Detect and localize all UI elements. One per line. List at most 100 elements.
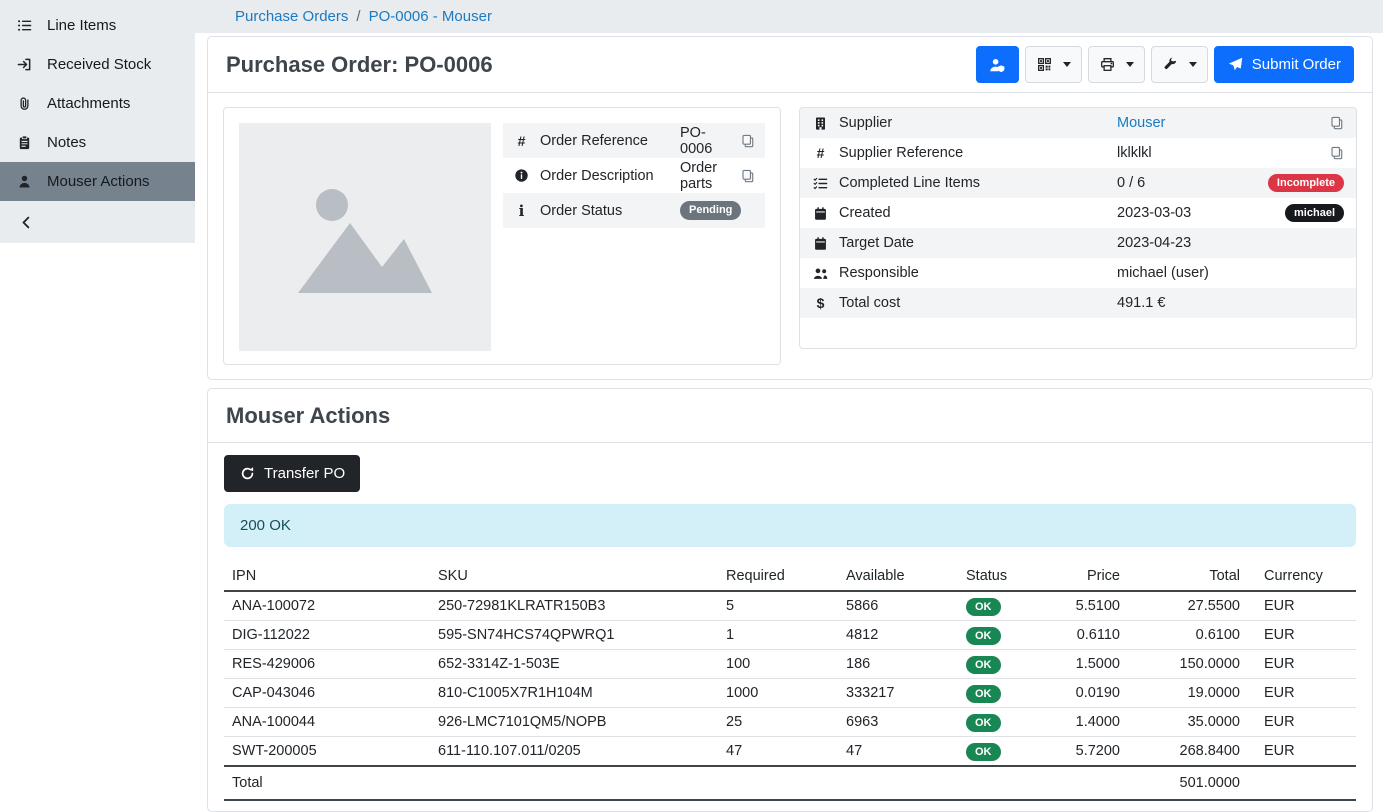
cell-available: 333217 xyxy=(838,679,958,708)
admin-menu-button[interactable] xyxy=(1151,46,1208,83)
sidebar-item-attachments[interactable]: Attachments xyxy=(0,84,195,123)
detail-label: Supplier Reference xyxy=(839,145,1107,161)
detail-row-total-cost: $Total cost491.1 € xyxy=(800,288,1356,318)
sidebar-collapse-button[interactable] xyxy=(0,201,195,243)
status-badge: michael xyxy=(1285,204,1344,222)
ok-badge: OK xyxy=(966,685,1001,703)
detail-value: lklklkl xyxy=(1117,145,1152,161)
paper-plane-icon xyxy=(1227,57,1244,72)
qr-menu-button[interactable] xyxy=(1025,46,1082,83)
copy-button[interactable] xyxy=(1330,116,1344,130)
cell-available: 186 xyxy=(838,650,958,679)
sidebar-item-mouser-actions[interactable]: Mouser Actions xyxy=(0,162,195,201)
cell-price: 1.4000 xyxy=(1048,708,1128,737)
dollar-icon: $ xyxy=(812,295,829,311)
transfer-po-button[interactable]: Transfer PO xyxy=(224,455,360,492)
list-icon xyxy=(16,18,33,33)
caret-down-icon xyxy=(1126,62,1134,67)
column-header-required: Required xyxy=(718,562,838,591)
cell-price: 0.0190 xyxy=(1048,679,1128,708)
cell-price: 0.6110 xyxy=(1048,621,1128,650)
hash-icon: # xyxy=(513,133,530,149)
cell-status: OK xyxy=(958,708,1048,737)
status-badge: Pending xyxy=(680,201,741,219)
copy-button[interactable] xyxy=(1330,146,1344,160)
building-icon xyxy=(812,116,829,131)
cell-price: 1.5000 xyxy=(1048,650,1128,679)
sidebar-item-label: Received Stock xyxy=(47,56,151,73)
detail-label: Supplier xyxy=(839,115,1107,131)
detail-row-created: Created2023-03-03michael xyxy=(800,198,1356,228)
cell-ipn: DIG-112022 xyxy=(224,621,430,650)
list-check-icon xyxy=(812,176,829,191)
hash-icon: # xyxy=(812,145,829,161)
sidebar-items: Line Items Received Stock AttachmentsNotes… xyxy=(0,6,195,201)
detail-value: 491.1 € xyxy=(1117,295,1165,311)
cell-ipn: SWT-200005 xyxy=(224,737,430,767)
sign-in-icon xyxy=(16,57,33,72)
cell-required: 5 xyxy=(718,591,838,621)
sidebar-item-notes[interactable]: Notes xyxy=(0,123,195,162)
copy-button[interactable] xyxy=(741,169,755,183)
detail-value: 0 / 6 xyxy=(1117,175,1145,191)
footer-total-value: 501.0000 xyxy=(1128,766,1248,800)
detail-row-supplier: Supplier Mouser xyxy=(800,108,1356,138)
detail-value: PO-0006 xyxy=(680,125,731,157)
barcode-actions-button[interactable] xyxy=(976,46,1019,83)
sidebar-item-received-stock[interactable]: Received Stock xyxy=(0,45,195,84)
cell-ipn: RES-429006 xyxy=(224,650,430,679)
transfer-po-label: Transfer PO xyxy=(264,465,345,482)
order-image-placeholder[interactable] xyxy=(239,123,491,351)
cell-status: OK xyxy=(958,650,1048,679)
order-summary-table: #Order ReferencePO-0006Order Description… xyxy=(503,123,765,228)
sidebar-item-label: Mouser Actions xyxy=(47,173,150,190)
breadcrumb-bar: Purchase Orders/PO-0006 - Mouser xyxy=(195,0,1383,33)
clipboard-icon xyxy=(16,135,33,150)
column-header-status: Status xyxy=(958,562,1048,591)
cell-required: 1000 xyxy=(718,679,838,708)
breadcrumb-link-purchase-orders[interactable]: Purchase Orders xyxy=(235,8,348,25)
ok-badge: OK xyxy=(966,656,1001,674)
mouser-actions-panel: Mouser Actions Transfer PO 200 OK IPNSKU… xyxy=(207,388,1373,812)
cell-currency: EUR xyxy=(1248,737,1356,767)
table-row: CAP-043046810-C1005X7R1H104M1000333217OK… xyxy=(224,679,1356,708)
detail-label: Completed Line Items xyxy=(839,175,1107,191)
cell-status: OK xyxy=(958,591,1048,621)
cell-total: 150.0000 xyxy=(1128,650,1248,679)
cell-required: 25 xyxy=(718,708,838,737)
qr-code-icon xyxy=(1036,57,1053,72)
cell-total: 268.8400 xyxy=(1128,737,1248,767)
cell-currency: EUR xyxy=(1248,650,1356,679)
detail-value-link[interactable]: Mouser xyxy=(1117,115,1165,131)
detail-label: Responsible xyxy=(839,265,1107,281)
detail-label: Order Description xyxy=(540,168,670,184)
cell-ipn: CAP-043046 xyxy=(224,679,430,708)
table-footer-row: Total501.0000 xyxy=(224,766,1356,800)
table-row: DIG-112022595-SN74HCS74QPWRQ114812OK0.61… xyxy=(224,621,1356,650)
cell-available: 47 xyxy=(838,737,958,767)
column-header-currency: Currency xyxy=(1248,562,1356,591)
caret-down-icon xyxy=(1189,62,1197,67)
cell-sku: 595-SN74HCS74QPWRQ1 xyxy=(430,621,718,650)
detail-row-order-description: Order DescriptionOrder parts xyxy=(503,158,765,193)
cell-ipn: ANA-100044 xyxy=(224,708,430,737)
cell-total: 19.0000 xyxy=(1128,679,1248,708)
copy-button[interactable] xyxy=(741,134,755,148)
cell-status: OK xyxy=(958,679,1048,708)
cell-required: 47 xyxy=(718,737,838,767)
sidebar-item-line-items[interactable]: Line Items xyxy=(0,6,195,45)
detail-row-completed-line-items: Completed Line Items0 / 6Incomplete xyxy=(800,168,1356,198)
mouser-actions-body: Transfer PO 200 OK IPNSKURequiredAvailab… xyxy=(208,443,1372,811)
footer-total-label: Total xyxy=(224,766,1128,800)
cell-required: 100 xyxy=(718,650,838,679)
user-icon xyxy=(16,174,33,189)
cell-currency: EUR xyxy=(1248,621,1356,650)
printer-icon xyxy=(1099,57,1116,72)
breadcrumb-link-po-0006-mouser[interactable]: PO-0006 - Mouser xyxy=(369,8,492,25)
print-menu-button[interactable] xyxy=(1088,46,1145,83)
ok-badge: OK xyxy=(966,743,1001,761)
submit-order-button[interactable]: Submit Order xyxy=(1214,46,1354,83)
column-header-available: Available xyxy=(838,562,958,591)
order-summary-box: #Order ReferencePO-0006Order Description… xyxy=(223,107,781,365)
cell-ipn: ANA-100072 xyxy=(224,591,430,621)
